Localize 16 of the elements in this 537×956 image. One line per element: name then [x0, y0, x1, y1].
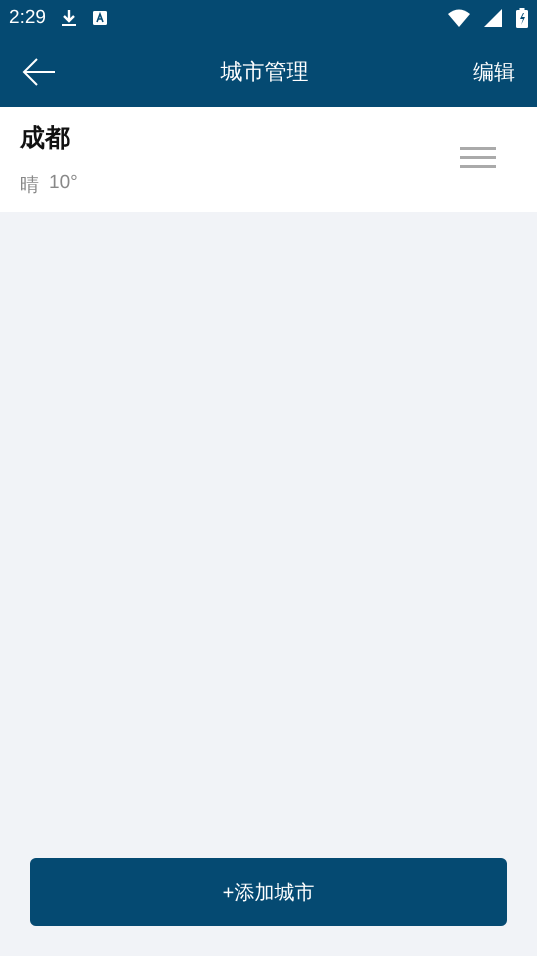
app-notification-icon [92, 10, 108, 26]
status-time: 2:29 [9, 7, 46, 29]
add-city-button[interactable]: +添加城市 [30, 858, 507, 926]
city-list-item[interactable]: 成都 晴 10° [0, 107, 537, 212]
drag-handle-icon[interactable] [460, 146, 496, 170]
download-icon [60, 8, 78, 28]
battery-icon [516, 8, 528, 28]
screen-title: 城市管理 [220, 58, 308, 86]
weather-condition: 晴 [20, 174, 39, 198]
back-button[interactable] [22, 56, 56, 86]
city-name: 成都 [20, 123, 71, 154]
signal-icon [484, 9, 502, 27]
edit-button[interactable]: 编辑 [473, 58, 515, 86]
wifi-icon [448, 9, 470, 27]
back-arrow-icon [22, 56, 56, 86]
temperature: 10° [49, 172, 78, 195]
